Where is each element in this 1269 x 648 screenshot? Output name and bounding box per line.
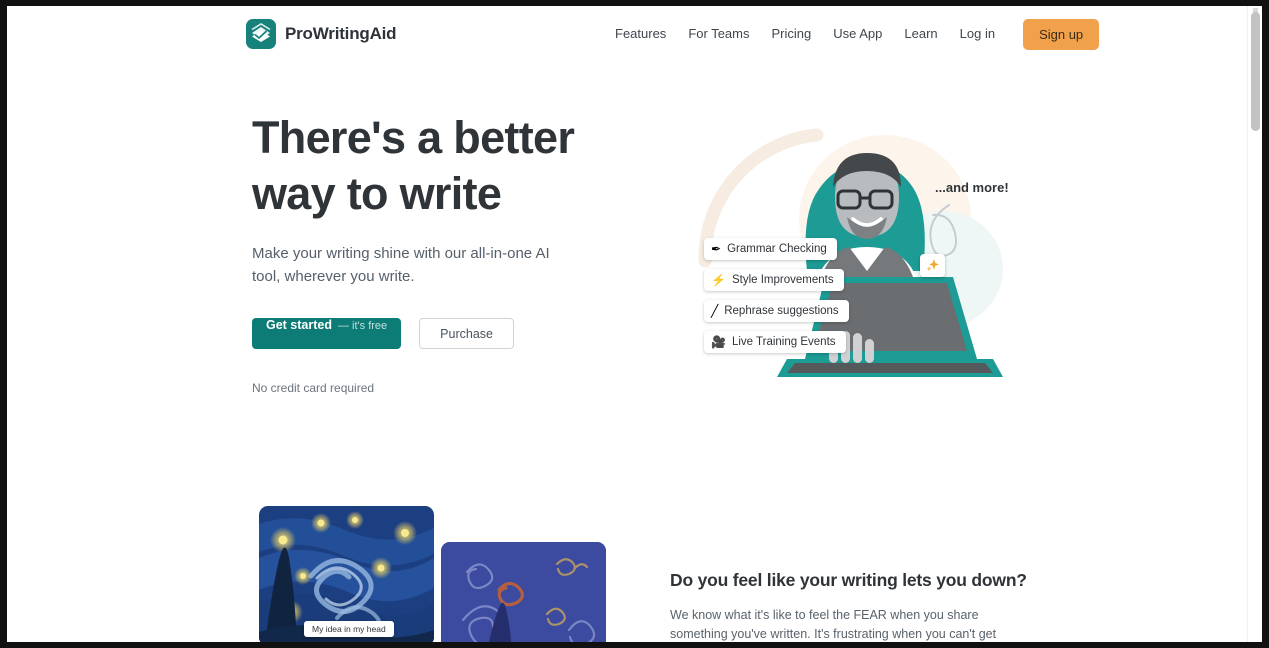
page-content: ProWritingAid Features For Teams Pricing… [7, 6, 1247, 642]
feather-pen-icon: ✒ [711, 242, 722, 256]
sparkles-icon [920, 254, 945, 277]
get-started-note: — it's free [338, 320, 388, 332]
feature-pill: ⚡ Style Improvements [704, 269, 844, 291]
hero-subtitle: Make your writing shine with our all-in-… [252, 245, 550, 285]
no-credit-card-note: No credit card required [252, 381, 375, 395]
hero-cta-group: Get started — it's free Purchase [252, 318, 612, 349]
section2-illustration: My idea in my head [259, 506, 609, 642]
section2-title: Do you feel like your writing lets you d… [670, 570, 1027, 590]
feature-pill-label: Live Training Events [731, 336, 836, 348]
and-more-label: ...and more! [935, 180, 1009, 195]
sign-up-button[interactable]: Sign up [1023, 18, 1100, 50]
feature-pill-label: Rephrase suggestions [724, 305, 839, 317]
lightning-bolt-icon: ⚡ [711, 273, 726, 287]
feature-pill-label: Grammar Checking [727, 243, 827, 255]
browser-window: ProWritingAid Features For Teams Pricing… [0, 0, 1269, 648]
hero-text-block: There's a better way to write Make your … [252, 110, 612, 395]
nav-link-learn[interactable]: Learn [893, 17, 948, 51]
brand-logo[interactable]: ProWritingAid [246, 19, 397, 49]
nav-link-pricing[interactable]: Pricing [760, 17, 822, 51]
section2-body: We know what it's like to feel the FEAR … [670, 608, 997, 641]
feature-pill: ╱ Rephrase suggestions [704, 300, 849, 322]
rough-sketch-image [441, 542, 606, 642]
page-viewport: ProWritingAid Features For Teams Pricing… [7, 6, 1262, 642]
feature-pill: ✒ Grammar Checking [704, 238, 837, 260]
magic-wand-icon: ╱ [711, 304, 719, 318]
feature-pill-label: Style Improvements [731, 274, 834, 286]
brand-name: ProWritingAid [285, 24, 397, 43]
nav-link-for-teams[interactable]: For Teams [677, 17, 760, 51]
scrollbar-thumb[interactable] [1251, 12, 1260, 131]
video-camera-icon: 🎥 [711, 335, 726, 349]
main-navigation: Features For Teams Pricing Use App Learn… [604, 17, 1100, 51]
nav-link-features[interactable]: Features [604, 17, 677, 51]
hero-illustration: ✒ Grammar Checking ⚡ Style Improvements … [657, 101, 1047, 401]
get-started-label: Get started [266, 318, 332, 332]
nav-link-use-app[interactable]: Use App [822, 17, 893, 51]
vertical-scrollbar[interactable] [1247, 6, 1262, 642]
get-started-button[interactable]: Get started — it's free [252, 318, 402, 349]
idea-caption: My idea in my head [304, 621, 394, 637]
site-header: ProWritingAid Features For Teams Pricing… [7, 6, 1247, 62]
section2-text-block: Do you feel like your writing lets you d… [670, 570, 1027, 642]
feature-pill: 🎥 Live Training Events [704, 331, 846, 353]
stacked-pages-icon [246, 19, 276, 49]
purchase-button[interactable]: Purchase [419, 318, 514, 349]
nav-link-log-in[interactable]: Log in [949, 17, 1006, 51]
hero-title: There's a better way to write [252, 112, 575, 219]
